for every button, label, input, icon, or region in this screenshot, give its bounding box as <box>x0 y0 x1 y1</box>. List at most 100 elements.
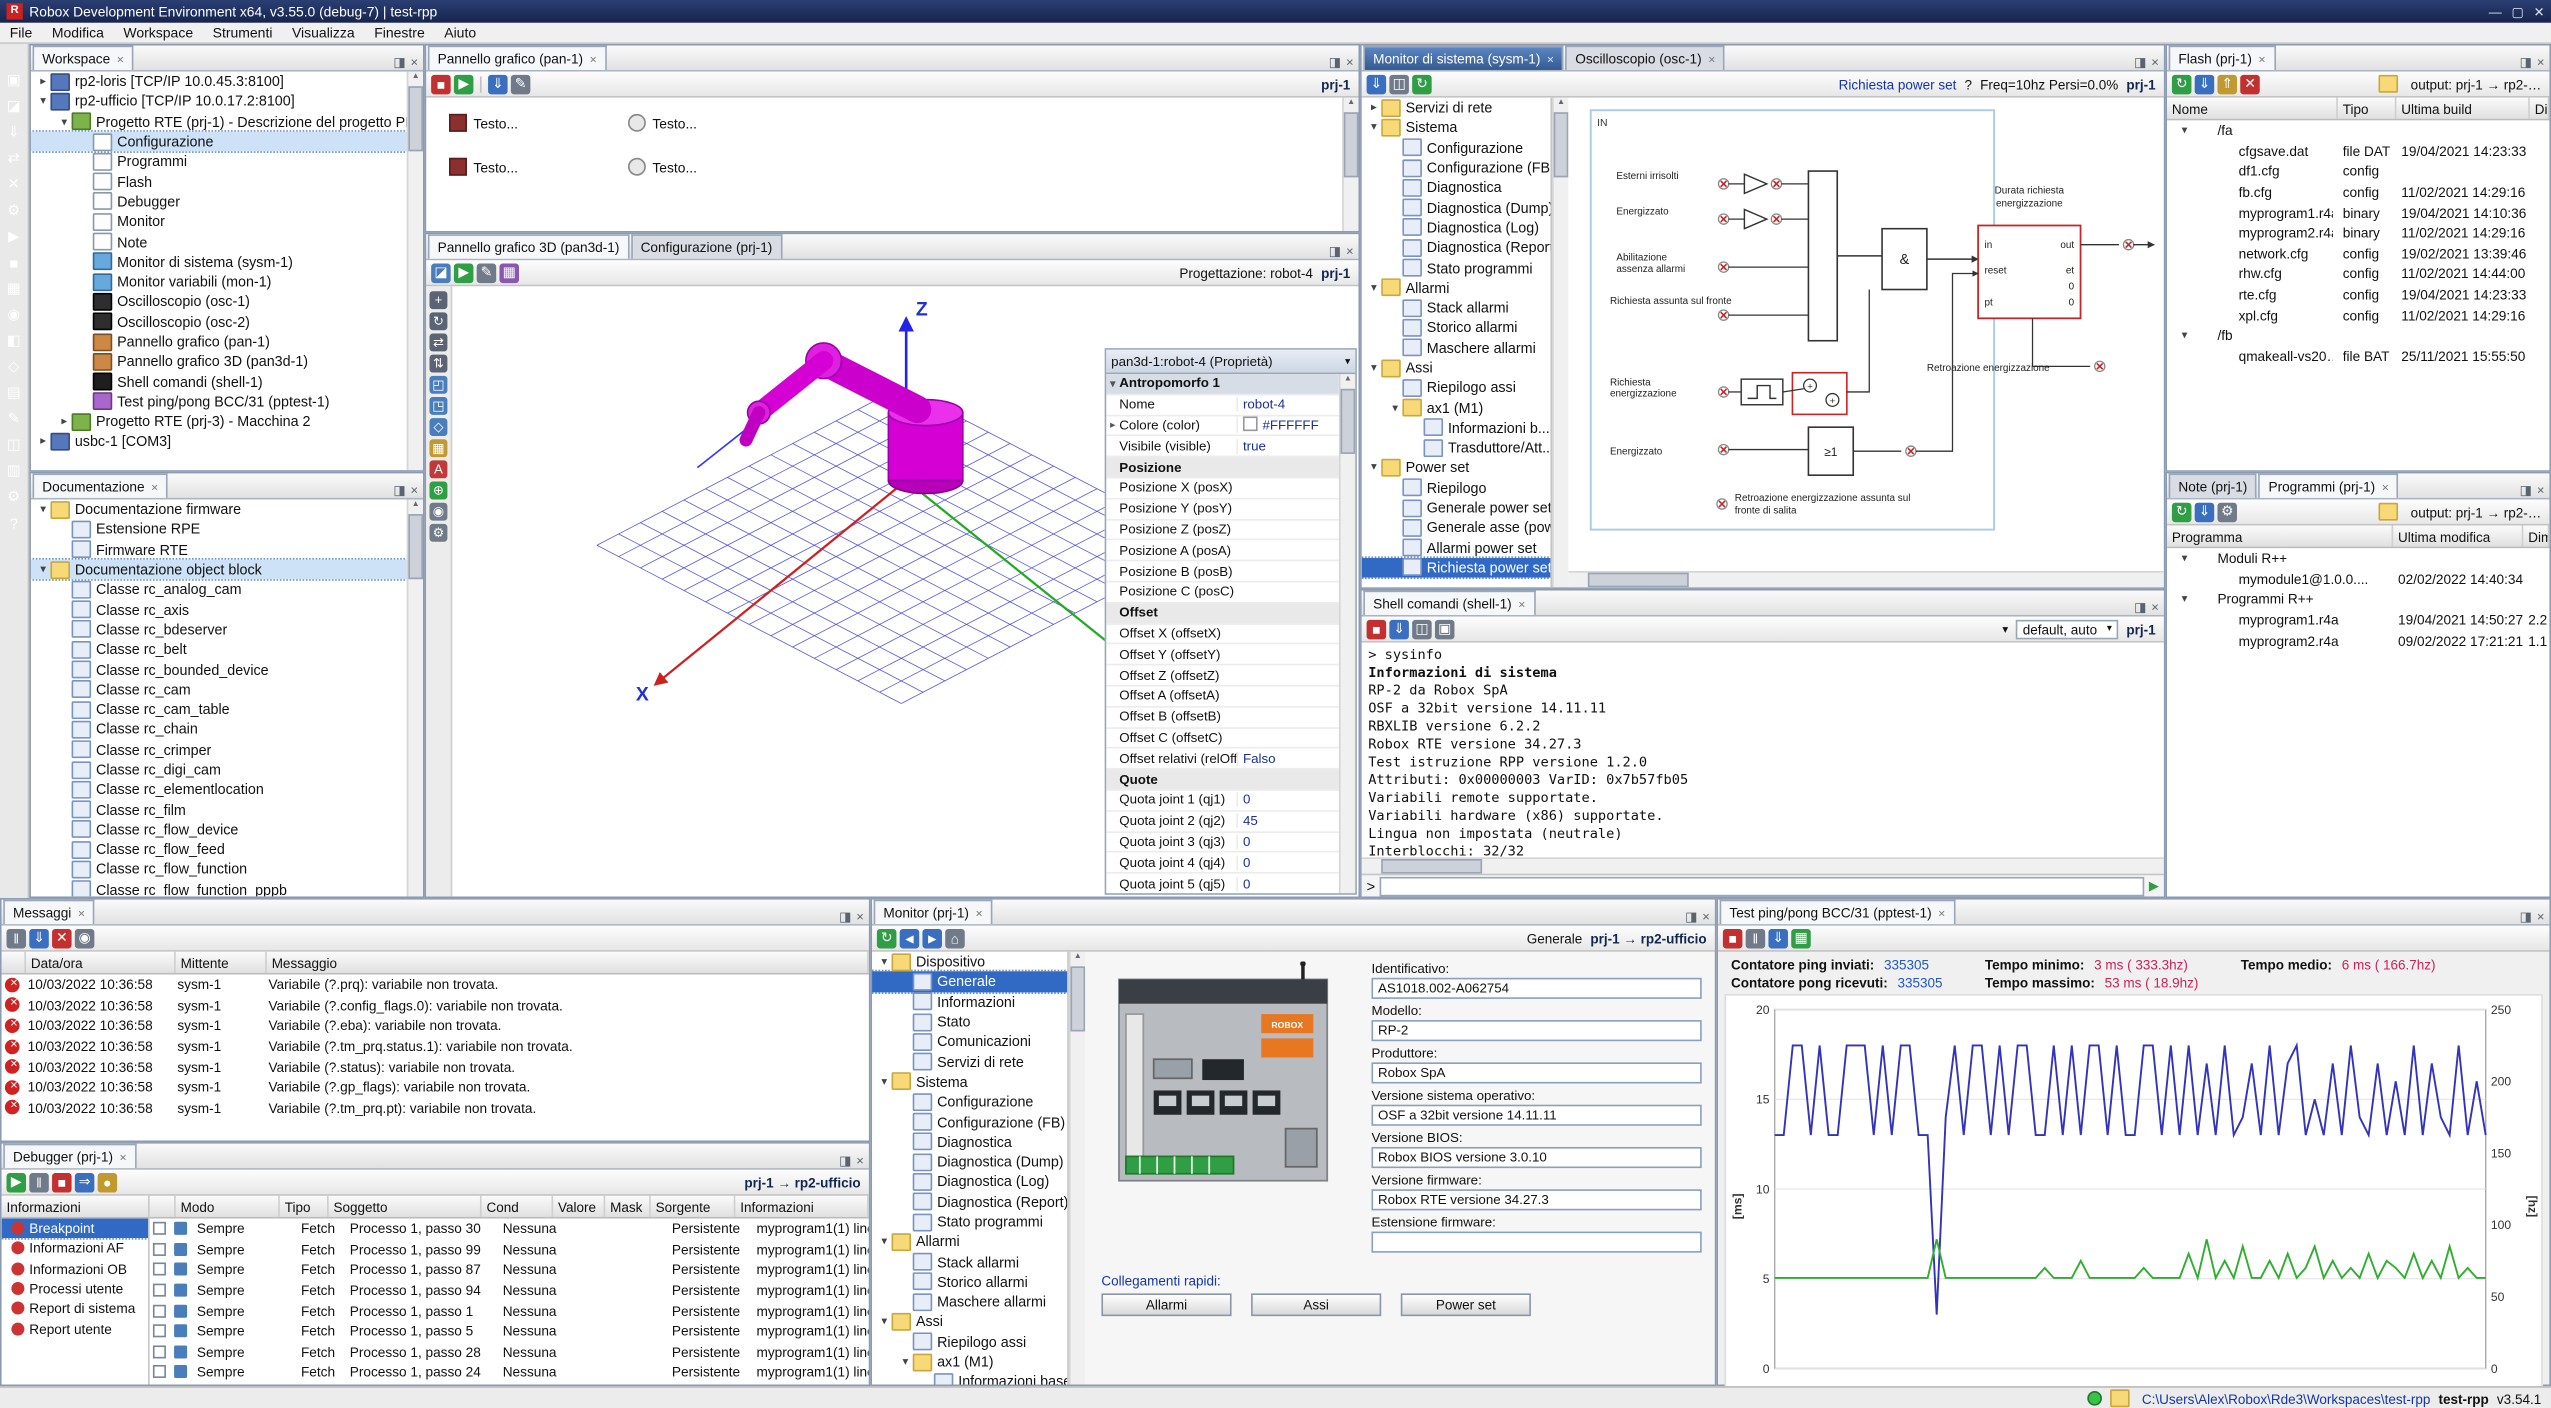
breakpoint-row[interactable]: Sempre Fetch Processo 1, passo 28 Nessun… <box>150 1341 869 1361</box>
toolbar-icon[interactable]: ▤ <box>3 382 24 403</box>
enabled-checkbox[interactable] <box>153 1263 166 1276</box>
home-icon[interactable]: ⌂ <box>945 928 965 948</box>
tree-item[interactable]: Informazioni <box>872 992 1067 1012</box>
maximize-icon[interactable]: ▢ <box>2512 4 2524 19</box>
property-row[interactable]: Offset Z (offsetZ) <box>1106 666 1339 687</box>
program-row[interactable]: mymodule1@1.0.0.... 02/02/2022 14:40:34 <box>2167 569 2549 589</box>
property-row[interactable]: Quota joint 5 (qj5) 0 <box>1106 874 1339 893</box>
save-icon[interactable]: ⇓ <box>1768 928 1788 948</box>
scrollbar[interactable] <box>1362 857 2164 873</box>
tab-close-icon[interactable]: × <box>590 51 597 66</box>
settings-icon[interactable]: ⚙ <box>430 524 448 542</box>
tree-item[interactable]: Pannello grafico 3D (pan3d-1) <box>31 352 407 372</box>
message-row[interactable]: 10/03/2022 10:36:58 sysm-1 Variabile (?.… <box>2 1077 869 1097</box>
form-value[interactable]: OSF a 32bit versione 14.11.11 <box>1371 1105 1701 1126</box>
tab-documentazione[interactable]: Documentazione× <box>33 473 168 497</box>
float-panel-icon[interactable]: ◨ <box>2134 600 2146 615</box>
toolbar-icon[interactable]: ◧ <box>3 330 24 351</box>
tab-shell[interactable]: Shell comandi (shell-1)× <box>1363 591 1535 615</box>
tree-item[interactable]: Maschere allarmi <box>1362 338 1551 358</box>
tab-monitor[interactable]: Monitor (prj-1)× <box>874 900 993 924</box>
float-panel-icon[interactable]: ◨ <box>1329 55 1341 70</box>
tree-item[interactable]: ▾ Sistema <box>872 1072 1067 1092</box>
run-icon[interactable]: ▶ <box>454 74 474 94</box>
tree-item[interactable]: Storico allarmi <box>872 1272 1067 1292</box>
toolbar-icon[interactable]: ? <box>3 512 24 533</box>
tree-item[interactable]: Generale asse (pow... <box>1362 518 1551 538</box>
tab-close-icon[interactable]: × <box>120 1149 127 1164</box>
form-value[interactable]: Robox SpA <box>1371 1062 1701 1083</box>
tree-item[interactable]: Classe rc_digi_cam <box>31 760 407 780</box>
toolbar-icon[interactable]: ✎ <box>3 408 24 429</box>
toolbar-icon[interactable]: ⇓ <box>3 122 24 143</box>
tree-item[interactable]: Classe rc_chain <box>31 720 407 740</box>
tree-item[interactable]: Oscilloscopio (osc-1) <box>31 292 407 312</box>
tree-item[interactable]: ▸ usbc-1 [COM3] <box>31 432 407 452</box>
float-panel-icon[interactable]: ◨ <box>1685 909 1697 924</box>
axes-toggle-icon[interactable]: ⊕ <box>430 482 448 500</box>
quick-link-button[interactable]: Allarmi <box>1101 1293 1231 1316</box>
download-icon[interactable]: ⇓ <box>2195 502 2215 522</box>
debugger-category[interactable]: Breakpoint <box>2 1219 148 1239</box>
pan-tool-icon[interactable]: ⇄ <box>430 334 448 352</box>
tree-item[interactable]: ▾ Allarmi <box>1362 278 1551 298</box>
tree-item[interactable]: Pannello grafico (pan-1) <box>31 332 407 352</box>
breakpoint-row[interactable]: Sempre Fetch Processo 1, passo 30 Nessun… <box>150 1219 869 1239</box>
flash-row[interactable]: xpl.cfg config 11/02/2021 14:29:16 <box>2167 305 2549 325</box>
tree-item[interactable]: Diagnostica <box>1362 178 1551 198</box>
help-icon[interactable]: ? <box>1965 76 1973 92</box>
tree-item[interactable]: Stack allarmi <box>1362 298 1551 318</box>
flash-row[interactable]: ▾/fa <box>2167 120 2549 140</box>
tree-item[interactable]: Classe rc_cam_table <box>31 700 407 720</box>
tree-item[interactable]: Classe rc_crimper <box>31 740 407 760</box>
float-panel-icon[interactable]: ◨ <box>393 483 405 498</box>
tree-item[interactable]: Stato programmi <box>1362 258 1551 278</box>
pause-icon[interactable]: ‖ <box>1746 928 1766 948</box>
property-row[interactable]: Offset B (offsetB) <box>1106 707 1339 728</box>
toolbar-icon[interactable]: ⚙ <box>3 200 24 221</box>
property-row[interactable]: Visibile (visible) true <box>1106 437 1339 458</box>
search-icon[interactable]: ◉ <box>75 928 95 948</box>
clear-icon[interactable]: ■ <box>1367 619 1387 639</box>
float-panel-icon[interactable]: ◨ <box>2520 483 2532 498</box>
tree-item[interactable]: Stato programmi <box>872 1212 1067 1232</box>
tab-configurazione[interactable]: Configurazione (prj-1) <box>631 234 782 258</box>
scrollbar[interactable] <box>1568 571 2163 587</box>
tab-flash[interactable]: Flash (prj-1)× <box>2169 46 2276 70</box>
float-panel-icon[interactable]: ◨ <box>1329 244 1341 259</box>
menu-item[interactable]: Strumenti <box>203 24 282 40</box>
message-row[interactable]: 10/03/2022 10:36:58 sysm-1 Variabile (?.… <box>2 1036 869 1056</box>
close-panel-icon[interactable]: × <box>1346 244 1354 259</box>
refresh-icon[interactable]: ↻ <box>2172 74 2192 94</box>
tree-item[interactable]: Monitor variabili (mon-1) <box>31 272 407 292</box>
toolbar-icon[interactable]: ▦ <box>3 278 24 299</box>
tree-item[interactable]: Stack allarmi <box>872 1252 1067 1272</box>
message-row[interactable]: 10/03/2022 10:36:58 sysm-1 Variabile (?.… <box>2 1056 869 1076</box>
scrollbar[interactable]: ▲ <box>407 499 423 896</box>
tab-close-icon[interactable]: × <box>2382 479 2389 494</box>
workspace-path[interactable]: C:\Users\Alex\Robox\Rde3\Workspaces\test… <box>2142 1390 2431 1406</box>
tree-item[interactable]: Debugger <box>31 192 407 212</box>
enabled-checkbox[interactable] <box>153 1345 166 1358</box>
ping-chart[interactable]: 05101520050100150200250 <box>1726 996 2541 1386</box>
tab-workspace[interactable]: Workspace× <box>33 46 134 70</box>
toolbar-icon[interactable]: ◇ <box>3 356 24 377</box>
robot-model[interactable] <box>697 343 962 493</box>
toolbar-icon[interactable]: ■ <box>3 252 24 273</box>
close-panel-icon[interactable]: × <box>2151 55 2159 70</box>
form-value[interactable]: AS1018.002-A062754 <box>1371 978 1701 999</box>
tree-item[interactable]: Generale <box>872 972 1067 992</box>
tree-item[interactable]: ▾ rp2-ufficio [TCP/IP 10.0.17.2:8100] <box>31 92 407 112</box>
tree-item[interactable]: ▾ Documentazione object block <box>31 559 407 579</box>
shell-input[interactable] <box>1380 876 2144 896</box>
debugger-category[interactable]: Informazioni OB <box>2 1259 148 1279</box>
tree-item[interactable]: Classe rc_bdeserver <box>31 619 407 639</box>
tree-item[interactable]: ▾ Assi <box>872 1312 1067 1332</box>
pause-icon[interactable]: ‖ <box>29 1172 49 1192</box>
tab-close-icon[interactable]: × <box>975 905 982 920</box>
breakpoint-row[interactable]: Sempre Fetch Processo 1, passo 99 Nessun… <box>150 1239 869 1259</box>
toolbar-icon[interactable]: ⚙ <box>3 486 24 507</box>
tree-item[interactable]: ▸ rp2-loris [TCP/IP 10.0.45.3:8100] <box>31 72 407 92</box>
grid-icon[interactable]: ▦ <box>499 263 519 283</box>
upload-icon[interactable]: ⇑ <box>2217 74 2237 94</box>
